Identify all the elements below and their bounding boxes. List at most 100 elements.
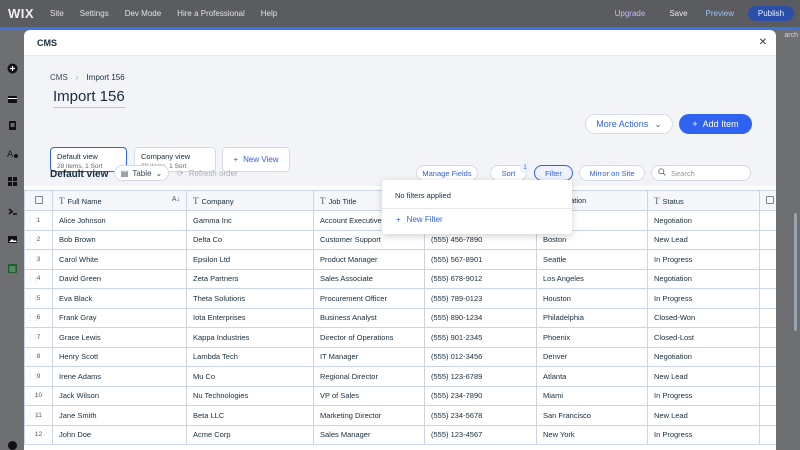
row-number[interactable]: ⋮⋮ 5 [24, 288, 53, 309]
wix-logo[interactable]: WIX [0, 6, 50, 21]
table-cell[interactable]: Lambda Tech [186, 346, 314, 367]
sort-az-icon[interactable]: A↓ [172, 196, 180, 203]
more-actions-button[interactable]: More Actions ⌄ [585, 114, 673, 134]
drag-handle-icon[interactable]: ⋮⋮ [27, 256, 39, 263]
table-cell[interactable]: Nu Technologies [186, 385, 314, 406]
table-cell[interactable]: Irene Adams [52, 366, 187, 387]
table-cell[interactable]: Los Angeles [536, 268, 648, 289]
table-cell[interactable]: Phoenix [536, 327, 648, 348]
table-cell[interactable]: Jane Smith [52, 405, 187, 426]
row-number[interactable]: ⋮⋮ 12 [24, 424, 53, 445]
table-cell[interactable]: Theta Solutions [186, 288, 314, 309]
table-cell-extra[interactable] [759, 288, 776, 309]
table-row[interactable]: ⋮⋮ 6 Frank Gray Iota Enterprises Business An… [24, 307, 776, 328]
drag-handle-icon[interactable]: ⋮⋮ [27, 334, 39, 341]
table-cell[interactable]: Atlanta [536, 366, 648, 387]
table-cell[interactable]: VP of Sales [313, 385, 425, 406]
table-cell[interactable]: Epsilon Ltd [186, 249, 314, 270]
table-cell[interactable]: Gamma Inc [186, 210, 314, 231]
table-cell[interactable]: Acme Corp [186, 424, 314, 445]
table-cell[interactable]: Philadelphia [536, 307, 648, 328]
nav-hire-professional[interactable]: Hire a Professional [177, 9, 245, 18]
table-cell[interactable]: In Progress [647, 288, 760, 309]
table-cell[interactable]: Marketing Director [313, 405, 425, 426]
table-row[interactable]: ⋮⋮ 12 John Doe Acme Corp Sales Manager (555) … [24, 424, 776, 445]
table-cell-extra[interactable] [759, 229, 776, 250]
table-cell[interactable]: Iota Enterprises [186, 307, 314, 328]
table-cell[interactable]: Mu Co [186, 366, 314, 387]
table-cell[interactable]: John Doe [52, 424, 187, 445]
business-tools-icon[interactable] [7, 206, 18, 217]
breadcrumb-cms[interactable]: CMS [50, 73, 68, 82]
table-cell[interactable]: Henry Scott [52, 346, 187, 367]
table-cell[interactable]: (555) 234-5678 [424, 405, 537, 426]
row-number[interactable]: ⋮⋮ 4 [24, 268, 53, 289]
table-cell[interactable]: (555) 789-0123 [424, 288, 537, 309]
layout-select[interactable]: ▤ Table ⌄ [114, 165, 169, 181]
drag-handle-icon[interactable]: ⋮⋮ [27, 373, 39, 380]
table-row[interactable]: ⋮⋮ 4 David Green Zeta Partners Sales Associa… [24, 268, 776, 289]
table-cell[interactable]: New Lead [647, 366, 760, 387]
table-cell-extra[interactable] [759, 385, 776, 406]
table-cell[interactable]: In Progress [647, 424, 760, 445]
table-cell[interactable]: (555) 012-3456 [424, 346, 537, 367]
vertical-scrollbar[interactable] [794, 213, 797, 331]
table-cell[interactable]: Beta LLC [186, 405, 314, 426]
table-row[interactable]: ⋮⋮ 10 Jack Wilson Nu Technologies VP of Sale… [24, 385, 776, 406]
table-cell-extra[interactable] [759, 249, 776, 270]
table-cell[interactable]: Sales Manager [313, 424, 425, 445]
table-cell[interactable]: Grace Lewis [52, 327, 187, 348]
table-cell-extra[interactable] [759, 307, 776, 328]
table-cell[interactable]: (555) 123-6789 [424, 366, 537, 387]
drag-handle-icon[interactable]: ⋮⋮ [27, 412, 39, 419]
help-icon[interactable] [7, 440, 18, 450]
table-cell[interactable]: Business Analyst [313, 307, 425, 328]
row-number[interactable]: ⋮⋮ 8 [24, 346, 53, 367]
table-row[interactable]: ⋮⋮ 3 Carol White Epsilon Ltd Product Manager… [24, 249, 776, 270]
select-all-checkbox[interactable] [24, 190, 53, 211]
table-cell[interactable]: (555) 678-9012 [424, 268, 537, 289]
table-cell[interactable]: Delta Co [186, 229, 314, 250]
upgrade-link[interactable]: Upgrade [615, 9, 646, 18]
drag-handle-icon[interactable]: ⋮⋮ [27, 315, 39, 322]
table-cell[interactable]: Eva Black [52, 288, 187, 309]
table-cell[interactable]: Regional Director [313, 366, 425, 387]
table-cell[interactable]: Alice Johnson [52, 210, 187, 231]
drag-handle-icon[interactable]: ⋮⋮ [27, 295, 39, 302]
add-item-button[interactable]: + Add Item [679, 114, 752, 134]
table-row[interactable]: ⋮⋮ 8 Henry Scott Lambda Tech IT Manager (555)… [24, 346, 776, 367]
apps-icon[interactable] [7, 176, 18, 187]
table-cell[interactable]: New Lead [647, 405, 760, 426]
design-icon[interactable]: A [7, 148, 18, 160]
nav-settings[interactable]: Settings [80, 9, 109, 18]
table-cell[interactable]: (555) 123-4567 [424, 424, 537, 445]
preview-button[interactable]: Preview [706, 9, 734, 18]
table-row[interactable]: ⋮⋮ 5 Eva Black Theta Solutions Procurement O… [24, 288, 776, 309]
table-cell[interactable]: Denver [536, 346, 648, 367]
table-cell[interactable]: Zeta Partners [186, 268, 314, 289]
manage-fields-button[interactable]: Manage Fields [416, 165, 478, 181]
table-cell-extra[interactable] [759, 327, 776, 348]
table-cell[interactable]: Seattle [536, 249, 648, 270]
table-cell[interactable]: In Progress [647, 249, 760, 270]
close-icon[interactable]: ✕ [759, 37, 767, 48]
table-cell-extra[interactable] [759, 366, 776, 387]
table-cell[interactable]: Kappa Industries [186, 327, 314, 348]
column-header-company[interactable]: T Company [186, 190, 314, 211]
table-cell-extra[interactable] [759, 405, 776, 426]
table-cell[interactable]: Miami [536, 385, 648, 406]
table-cell[interactable]: (555) 901-2345 [424, 327, 537, 348]
page-title[interactable]: Import 156 [53, 88, 125, 108]
save-button[interactable]: Save [669, 9, 687, 18]
table-cell[interactable]: Negotiation [647, 210, 760, 231]
table-cell-extra[interactable] [759, 268, 776, 289]
table-cell-extra[interactable] [759, 210, 776, 231]
table-cell[interactable]: Jack Wilson [52, 385, 187, 406]
table-row[interactable]: ⋮⋮ 7 Grace Lewis Kappa Industries Director o… [24, 327, 776, 348]
table-cell[interactable]: San Francisco [536, 405, 648, 426]
cms-icon[interactable] [7, 263, 18, 274]
row-number[interactable]: ⋮⋮ 6 [24, 307, 53, 328]
table-cell[interactable]: Negotiation [647, 268, 760, 289]
row-number[interactable]: ⋮⋮ 9 [24, 366, 53, 387]
table-cell[interactable]: David Green [52, 268, 187, 289]
